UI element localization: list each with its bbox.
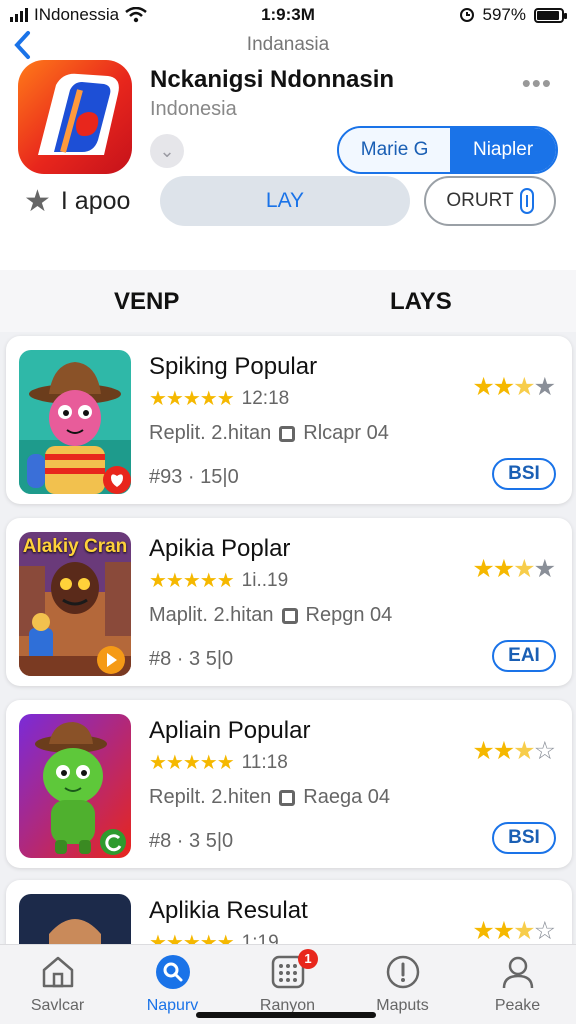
rating-time: 11:18 [241,751,288,773]
tab-lays[interactable]: LAYS [390,288,452,316]
clip-icon [519,188,534,214]
rank-count: #93 · 15|0 [149,466,239,488]
rating-label: I apoo [60,187,131,215]
meta-primary: Maplit. 2.hitan [149,604,274,626]
document-icon [281,607,298,624]
document-icon [279,425,296,442]
star-icon: ★ [24,185,51,218]
toggle-option-1[interactable]: Marie G [339,128,451,172]
category-badge[interactable]: EAI [492,640,556,672]
app-card[interactable]: Apliain Popular ★★★★★ 11:18 Repilt. 2.hi… [6,700,572,868]
nav-title: Indanasia [246,34,330,55]
ellipsis-icon: ••• [521,68,552,98]
toggle-option-2[interactable]: Niapler [450,128,556,172]
nav-item-home[interactable]: Savlcar [0,951,115,1015]
app-subtitle: Indonesia [150,98,237,120]
notification-badge: 1 [298,949,318,969]
app-name: Aplikia Resulat [149,897,308,924]
more-button[interactable]: ••• [522,68,552,99]
thumbnail-caption: Alakiy Cran [22,536,128,557]
rating-stars: ★★★★★ [149,570,235,592]
person-icon [502,956,533,989]
rating-stars: ★★★★★ [149,752,235,774]
meta-primary: Replit. 2.hitan [149,422,272,444]
alarm-icon [459,8,474,22]
document-icon [279,789,296,806]
app-title: Nckanigsi Ndonnasin [150,66,395,93]
home-icon [42,956,73,988]
mini-rating-stars: ★★★★ [472,373,556,401]
app-thumbnail [19,350,131,494]
app-card[interactable]: Alakiy Cran Apikia Poplar ★★★★★ 1i..19 M… [6,518,572,686]
app-logo [18,60,132,174]
battery-icon [534,7,567,23]
battery-percent: 597% [482,5,526,24]
nav-item-search[interactable]: Napurv [115,951,230,1015]
rating-section[interactable]: ★ I apoo [24,184,130,219]
nav-item-info[interactable]: Maputs [345,951,460,1015]
search-icon [155,955,190,989]
app-name: Apliain Popular [149,717,311,744]
nav-item-grid[interactable]: 1 Ranyon [230,949,345,1015]
play-button[interactable]: LAY [160,176,410,226]
nav-item-profile[interactable]: Peake [460,951,575,1015]
home-indicator[interactable] [196,1012,376,1018]
info-icon [386,955,419,989]
segment-toggle: Marie G Niapler [337,126,558,174]
rating-time: 12:18 [241,387,290,409]
app-name: Spiking Popular [149,353,318,380]
rank-count: #8 · 3 5|0 [149,648,234,670]
app-card[interactable]: Spiking Popular ★★★★★ 12:18 Replit. 2.hi… [6,336,572,504]
rank-count: #8 · 3 5|0 [149,830,234,852]
mini-rating-stars: ★★★★ [472,555,556,583]
meta-secondary: Rlcapr 04 [303,422,389,444]
nav-label: Savlcar [30,997,85,1014]
verified-badge[interactable]: ⌄ [150,134,184,168]
app-thumbnail: Alakiy Cran [19,532,131,676]
mini-rating-stars: ★★★☆ [472,737,556,765]
nav-label: Peake [494,997,541,1014]
rating-stars: ★★★★★ [149,388,235,410]
status-bar: INdonessia 1:9:3M 597% [0,0,576,30]
chevron-down-icon: ⌄ [159,141,175,161]
tab-bar: VENP LAYS [0,270,576,332]
tab-venp[interactable]: VENP [114,288,179,316]
meta-primary: Repilt. 2.hiten [149,786,272,808]
rating-time: 1i..19 [241,569,289,591]
category-badge[interactable]: BSI [492,458,556,490]
report-button-label: ORURT [446,190,514,211]
meta-secondary: Repgn 04 [305,604,393,626]
app-header: Indanasia Nckanigsi Ndonnasin Indonesia … [0,30,576,270]
app-thumbnail [19,714,131,858]
report-button[interactable]: ORURT [424,176,556,226]
meta-secondary: Raega 04 [303,786,391,808]
app-name: Apikia Poplar [149,535,291,562]
mini-rating-stars: ★★★☆ [472,917,556,945]
category-badge[interactable]: BSI [492,822,556,854]
